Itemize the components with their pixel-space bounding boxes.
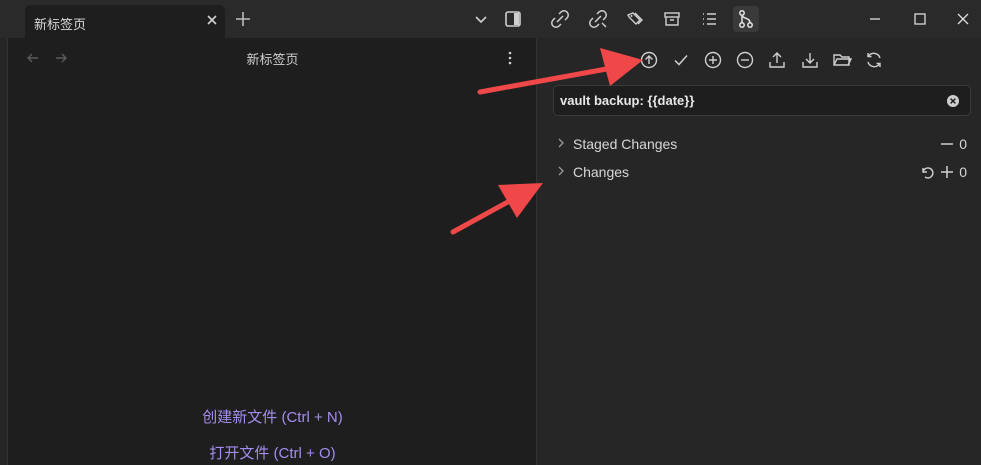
stage-all-plus-icon[interactable]	[703, 50, 723, 70]
commit-check-icon[interactable]	[671, 50, 691, 70]
editor-pane: 新标签页 创建新文件 (Ctrl + N) 打开文件 (Ctrl + O)	[9, 38, 536, 465]
file-link-icon[interactable]	[550, 9, 570, 29]
stage-all-icon[interactable]	[939, 164, 955, 180]
commit-message-text: vault backup: {{date}}	[560, 93, 695, 108]
changes-section[interactable]: Changes 0	[553, 160, 971, 184]
close-tab-icon[interactable]	[203, 11, 221, 29]
open-file-link[interactable]: 打开文件 (Ctrl + O)	[9, 442, 536, 463]
tags-icon[interactable]	[625, 9, 645, 29]
git-source-control-pane: vault backup: {{date}} Staged Changes 0 …	[536, 38, 981, 465]
clear-input-icon[interactable]	[946, 94, 960, 108]
toggle-sidebar-icon[interactable]	[503, 9, 523, 29]
new-tab-icon[interactable]	[234, 10, 252, 28]
download-icon[interactable]	[800, 50, 820, 70]
outgoing-link-icon[interactable]	[588, 9, 608, 29]
tab-new-tab[interactable]: 新标签页	[25, 5, 225, 38]
upload-icon[interactable]	[767, 50, 787, 70]
push-icon[interactable]	[639, 50, 659, 70]
view-title: 新标签页	[246, 52, 299, 67]
unstage-all-minus-icon[interactable]	[735, 50, 755, 70]
left-ribbon	[0, 38, 8, 465]
outline-list-icon[interactable]	[699, 9, 719, 29]
chevron-right-icon	[555, 136, 567, 150]
chevron-right-icon	[555, 164, 567, 178]
section-label: Staged Changes	[573, 136, 678, 152]
tab-list-chevron-down-icon[interactable]	[471, 9, 491, 29]
changes-count: 0	[959, 164, 967, 180]
close-window-icon[interactable]	[950, 6, 976, 32]
staged-changes-section[interactable]: Staged Changes 0	[553, 132, 971, 156]
archive-icon[interactable]	[662, 9, 682, 29]
refresh-icon[interactable]	[864, 50, 884, 70]
tab-title: 新标签页	[34, 17, 87, 32]
source-control-icon[interactable]	[733, 6, 759, 32]
maximize-icon[interactable]	[907, 6, 933, 32]
open-folder-icon[interactable]	[832, 50, 852, 70]
more-options-icon[interactable]	[501, 49, 519, 67]
section-label: Changes	[573, 164, 630, 180]
minimize-icon[interactable]	[862, 6, 888, 32]
commit-message-input[interactable]: vault backup: {{date}}	[553, 85, 971, 116]
create-new-file-link[interactable]: 创建新文件 (Ctrl + N)	[9, 406, 536, 427]
unstage-all-icon[interactable]	[939, 136, 955, 152]
staged-count: 0	[959, 136, 967, 152]
title-bar: 新标签页	[0, 0, 981, 38]
discard-all-undo-icon[interactable]	[919, 164, 935, 180]
